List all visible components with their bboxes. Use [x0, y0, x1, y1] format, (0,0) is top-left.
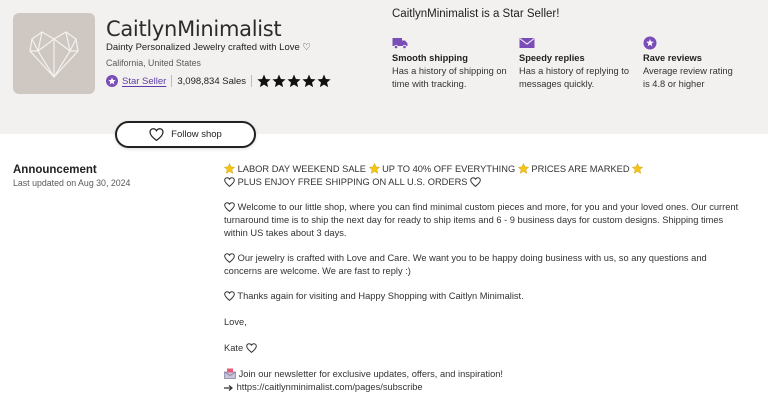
rating-stars[interactable] [257, 74, 331, 88]
star-emoji-icon [517, 163, 529, 174]
divider [251, 75, 253, 87]
heart-outline-icon [224, 253, 235, 263]
star-icon [302, 74, 316, 88]
heart-logo-icon [29, 30, 79, 78]
shop-logo[interactable] [13, 13, 95, 94]
thanks-line: Thanks again for visiting and Happy Shop… [224, 290, 746, 303]
welcome-text: Welcome to our little shop, where you ca… [224, 202, 739, 238]
sale-line: LABOR DAY WEEKEND SALE UP TO 40% OFF EVE… [224, 163, 746, 176]
signature-line: Kate [224, 342, 746, 355]
newsletter-line: Join our newsletter for exclusive update… [224, 368, 746, 381]
announcement-date: Last updated on Aug 30, 2024 [13, 178, 131, 188]
star-seller-link[interactable]: Star Seller [122, 76, 166, 87]
signature-text: Kate [224, 343, 244, 353]
perk-desc: Has a history of shipping on time with t… [392, 66, 507, 89]
shipping-text: PLUS ENJOY FREE SHIPPING ON ALL U.S. ORD… [237, 177, 468, 187]
subscribe-link[interactable]: https://caitlynminimalist.com/pages/subs… [237, 382, 423, 392]
mailbox-icon [224, 368, 236, 379]
welcome-paragraph: Welcome to our little shop, where you ca… [224, 201, 746, 240]
star-emoji-icon [632, 163, 644, 174]
star-seller-badge-icon [106, 75, 118, 87]
heart-icon [149, 128, 164, 141]
perk-desc: Has a history of replying to messages qu… [519, 66, 630, 89]
star-icon [317, 74, 331, 88]
follow-shop-label: Follow shop [171, 129, 222, 140]
perk-speedy-replies: Speedy replies Has a history of replying… [519, 36, 639, 90]
envelope-icon [519, 38, 535, 48]
sale-text-2: UP TO 40% OFF EVERYTHING [382, 164, 516, 174]
shop-stats-row: Star Seller 3,098,834 Sales [106, 73, 331, 89]
shop-location: California, United States [106, 58, 201, 68]
newsletter-text: Join our newsletter for exclusive update… [238, 369, 504, 379]
arrow-right-icon [224, 385, 233, 391]
star-icon [272, 74, 286, 88]
divider [171, 75, 173, 87]
star-seller-title: CaitlynMinimalist is a Star Seller! [392, 8, 560, 20]
star-emoji-icon [224, 163, 235, 174]
sale-text-3: PRICES ARE MARKED [531, 164, 630, 174]
heart-outline-icon [224, 177, 235, 187]
heart-outline-icon [224, 202, 235, 212]
announcement-title: Announcement [13, 164, 97, 176]
thanks-text: Thanks again for visiting and Happy Shop… [237, 291, 524, 301]
follow-shop-button[interactable]: Follow shop [115, 121, 256, 148]
perk-desc: Average review rating is 4.8 or higher [643, 66, 733, 89]
love-line: Love, [224, 317, 247, 327]
shop-name: CaitlynMinimalist [106, 17, 282, 41]
perk-title: Smooth shipping [392, 53, 468, 63]
heart-outline-icon [224, 291, 235, 301]
crafted-paragraph: Our jewelry is crafted with Love and Car… [224, 252, 746, 278]
announcement-body: LABOR DAY WEEKEND SALE UP TO 40% OFF EVE… [224, 163, 746, 394]
subscribe-link-line[interactable]: https://caitlynminimalist.com/pages/subs… [224, 381, 746, 394]
star-badge-icon [643, 36, 657, 50]
perk-smooth-shipping: Smooth shipping Has a history of shippin… [392, 36, 512, 90]
truck-icon [392, 38, 408, 50]
perk-title: Rave reviews [643, 53, 702, 63]
heart-outline-icon [470, 177, 481, 187]
heart-outline-icon [245, 343, 257, 353]
perk-rave-reviews: Rave reviews Average review rating is 4.… [643, 36, 738, 90]
star-emoji-icon [368, 163, 380, 174]
crafted-text: Our jewelry is crafted with Love and Car… [224, 253, 707, 276]
sales-count: 3,098,834 Sales [177, 75, 247, 87]
shipping-line: PLUS ENJOY FREE SHIPPING ON ALL U.S. ORD… [224, 176, 746, 189]
shop-tagline: Dainty Personalized Jewelry crafted with… [106, 42, 311, 53]
perk-title: Speedy replies [519, 53, 585, 63]
star-icon [287, 74, 301, 88]
sale-text-1: LABOR DAY WEEKEND SALE [237, 164, 366, 174]
star-icon [257, 74, 271, 88]
